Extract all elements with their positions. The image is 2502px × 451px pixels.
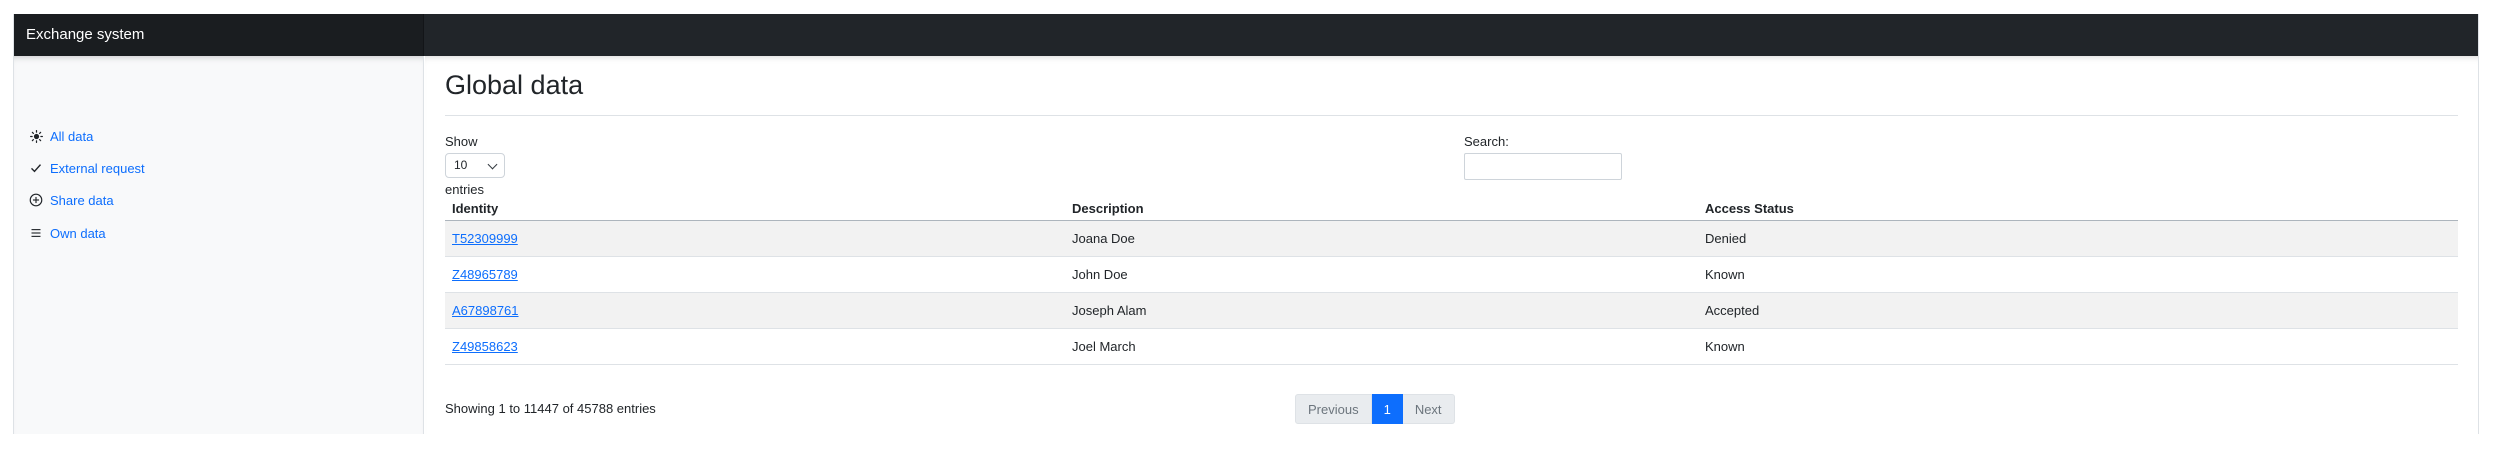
sidebar-item-label: External request [50,160,145,176]
column-header-description[interactable]: Description [1065,198,1698,221]
sidebar-item-own-data[interactable]: Own data [28,222,106,244]
current-page-button[interactable]: 1 [1371,394,1403,424]
page-title: Global data [445,70,584,100]
sidebar-item-label: All data [50,128,94,144]
search-label: Search: [1464,134,1509,149]
table-info: Showing 1 to 11447 of 45788 entries [445,401,656,416]
identity-cell: T52309999 [445,220,1065,257]
status-cell: Accepted [1698,292,2458,329]
chevron-down-icon [487,159,498,170]
plus-circle-icon [28,192,44,208]
check-icon [28,160,44,176]
list-icon [28,225,44,241]
show-label: Show [445,134,478,149]
identity-link[interactable]: Z49858623 [452,339,518,354]
main-content: Global data Show 10 entries Search: Iden… [425,56,2478,434]
identity-cell: A67898761 [445,292,1065,329]
identity-link[interactable]: Z48965789 [452,267,518,282]
description-cell: Joseph Alam [1065,292,1698,329]
table-row: T52309999 Joana Doe Denied [445,220,2458,257]
table-row: Z49858623 Joel March Known [445,328,2458,365]
sidebar: All data External request Share data Own… [14,56,424,434]
description-cell: John Doe [1065,256,1698,293]
description-cell: Joana Doe [1065,220,1698,257]
top-navbar: Exchange system [14,14,2478,56]
status-cell: Known [1698,256,2458,293]
table-row: Z48965789 John Doe Known [445,256,2458,293]
divider [445,115,2458,116]
description-cell: Joel March [1065,328,1698,365]
page-length-value: 10 [454,158,468,172]
table-row: A67898761 Joseph Alam Accepted [445,292,2458,329]
sidebar-item-label: Share data [50,192,114,208]
app-window: Exchange system All data External reques… [13,14,2479,434]
pagination: Previous 1 Next [1295,394,1455,424]
sidebar-item-share-data[interactable]: Share data [28,189,114,211]
status-cell: Denied [1698,220,2458,257]
app-title[interactable]: Exchange system [14,14,424,56]
identity-link[interactable]: T52309999 [452,231,518,246]
search-input[interactable] [1464,153,1622,180]
identity-cell: Z48965789 [445,256,1065,293]
previous-page-button[interactable]: Previous [1295,394,1372,424]
table-header-row: Identity Description Access Status [445,198,2458,221]
column-header-access-status[interactable]: Access Status [1698,198,2458,221]
sidebar-item-all-data[interactable]: All data [28,125,93,147]
sidebar-item-external-request[interactable]: External request [28,157,145,179]
identity-link[interactable]: A67898761 [452,303,519,318]
sun-icon [28,128,44,144]
column-header-identity[interactable]: Identity [445,198,1065,221]
status-cell: Known [1698,328,2458,365]
sidebar-item-label: Own data [50,225,106,241]
page-length-select[interactable]: 10 [445,153,505,178]
identity-cell: Z49858623 [445,328,1065,365]
data-table: Identity Description Access Status T5230… [445,198,2458,365]
next-page-button[interactable]: Next [1402,394,1455,424]
entries-label: entries [445,182,485,197]
